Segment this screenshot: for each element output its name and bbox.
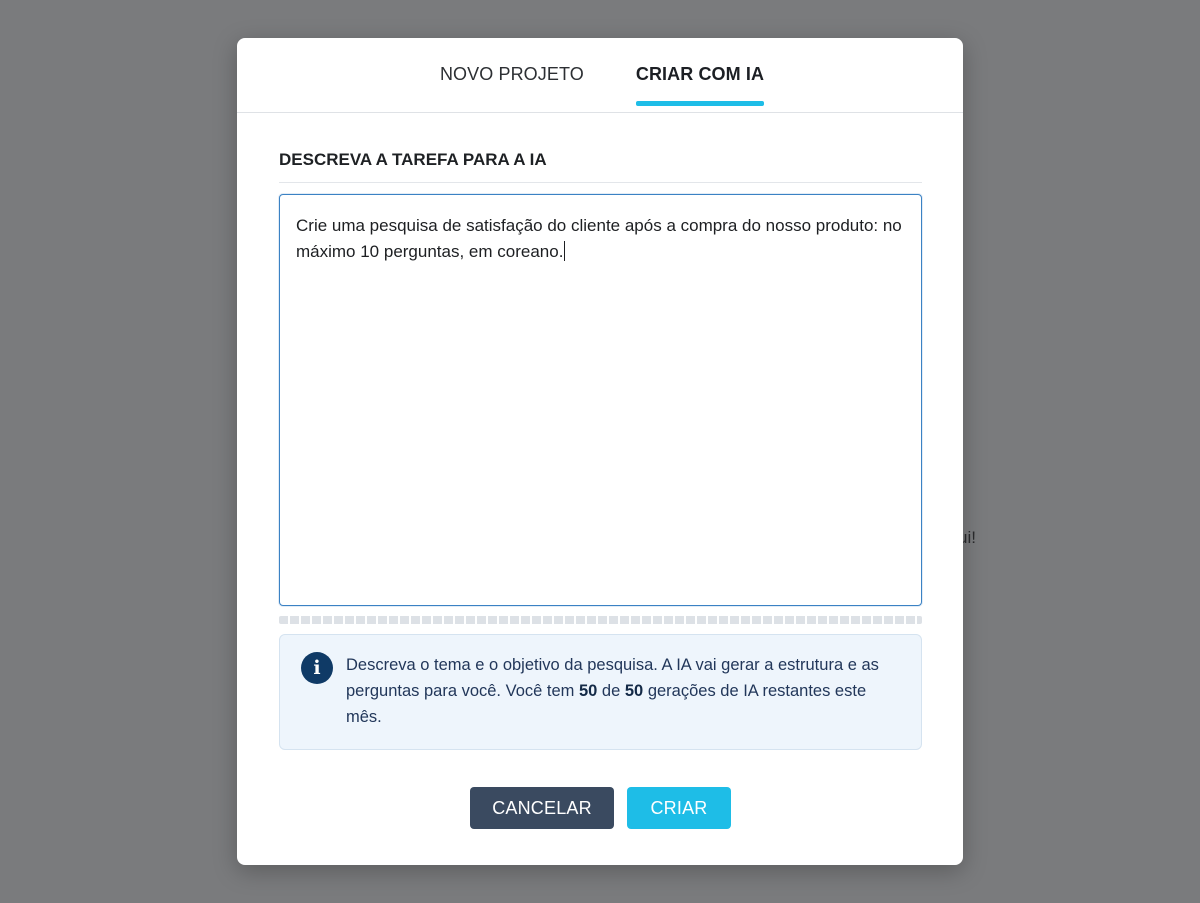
modal-actions: CANCELAR CRIAR [279, 787, 922, 829]
cancel-button[interactable]: CANCELAR [470, 787, 614, 829]
modal-tabs: NOVO PROJETO CRIAR COM IA [237, 38, 963, 113]
info-text-middle: de [597, 682, 625, 700]
tab-novo-projeto[interactable]: NOVO PROJETO [440, 38, 584, 112]
info-box: i Descreva o tema e o objetivo da pesqui… [279, 634, 922, 750]
task-description-text: Crie uma pesquisa de satisfação do clien… [296, 216, 902, 261]
task-description-textarea[interactable]: Crie uma pesquisa de satisfação do clien… [279, 194, 922, 606]
info-remaining-count: 50 [578, 682, 598, 700]
section-title: DESCREVA A TAREFA PARA A IA [279, 150, 922, 183]
modal-body: DESCREVA A TAREFA PARA A IA Crie uma pes… [237, 150, 963, 829]
info-total-count: 50 [624, 682, 644, 700]
info-icon: i [301, 652, 333, 684]
textarea-resize-divider [279, 616, 922, 624]
create-button[interactable]: CRIAR [627, 787, 731, 829]
text-caret [564, 241, 566, 261]
create-project-modal: NOVO PROJETO CRIAR COM IA DESCREVA A TAR… [237, 38, 963, 865]
tab-criar-com-ia[interactable]: CRIAR COM IA [635, 38, 765, 112]
